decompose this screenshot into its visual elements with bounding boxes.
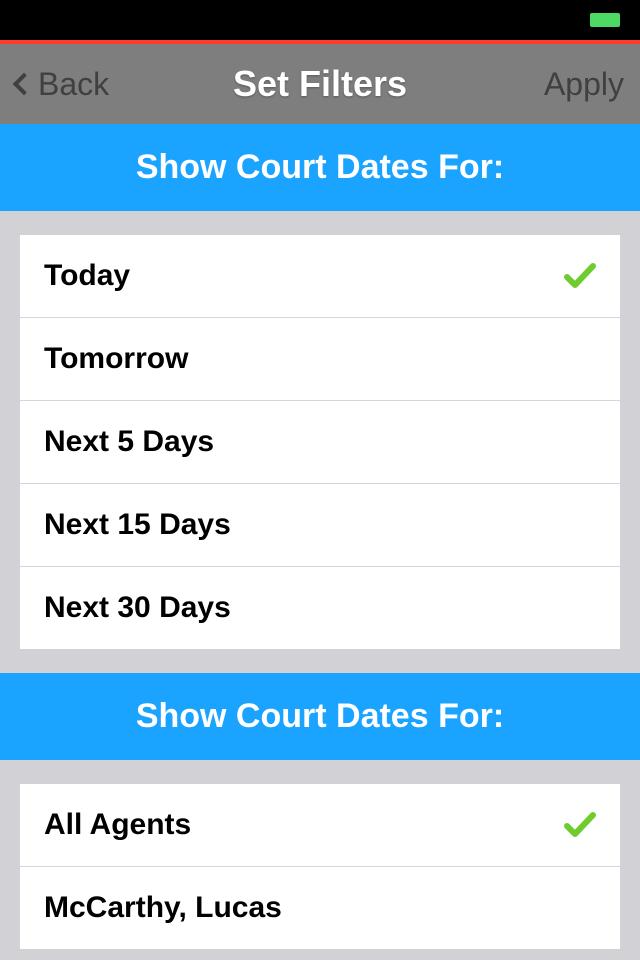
list-item-label: Next 30 Days (44, 591, 231, 625)
list-item-label: Next 5 Days (44, 425, 214, 459)
list-item[interactable]: Next 15 Days (20, 484, 620, 567)
list-item-label: All Agents (44, 808, 191, 842)
nav-bar: Back Set Filters Apply (0, 44, 640, 124)
list-item[interactable]: McCarthy, Lucas (20, 867, 620, 949)
section-header: Show Court Dates For: (0, 124, 640, 211)
list-item[interactable]: All Agents (20, 784, 620, 867)
option-list: Today Tomorrow Next 5 Days Next 15 Days Next… (20, 235, 620, 649)
battery-icon (590, 13, 620, 27)
list-item[interactable]: Next 5 Days (20, 401, 620, 484)
section-header: Show Court Dates For: (0, 673, 640, 760)
back-label: Back (38, 66, 109, 103)
option-list: All Agents McCarthy, Lucas (20, 784, 620, 949)
apply-label: Apply (544, 66, 624, 102)
list-item-label: McCarthy, Lucas (44, 891, 282, 925)
checkmark-icon (564, 262, 596, 290)
list-item[interactable]: Tomorrow (20, 318, 620, 401)
back-button[interactable]: Back (16, 66, 109, 103)
apply-button[interactable]: Apply (544, 66, 624, 103)
list-item[interactable]: Today (20, 235, 620, 318)
status-bar (0, 0, 640, 40)
list-item[interactable]: Next 30 Days (20, 567, 620, 649)
page-title: Set Filters (233, 63, 407, 105)
chevron-left-icon (13, 73, 36, 96)
checkmark-icon (564, 811, 596, 839)
list-item-label: Tomorrow (44, 342, 188, 376)
list-item-label: Today (44, 259, 130, 293)
list-item-label: Next 15 Days (44, 508, 231, 542)
